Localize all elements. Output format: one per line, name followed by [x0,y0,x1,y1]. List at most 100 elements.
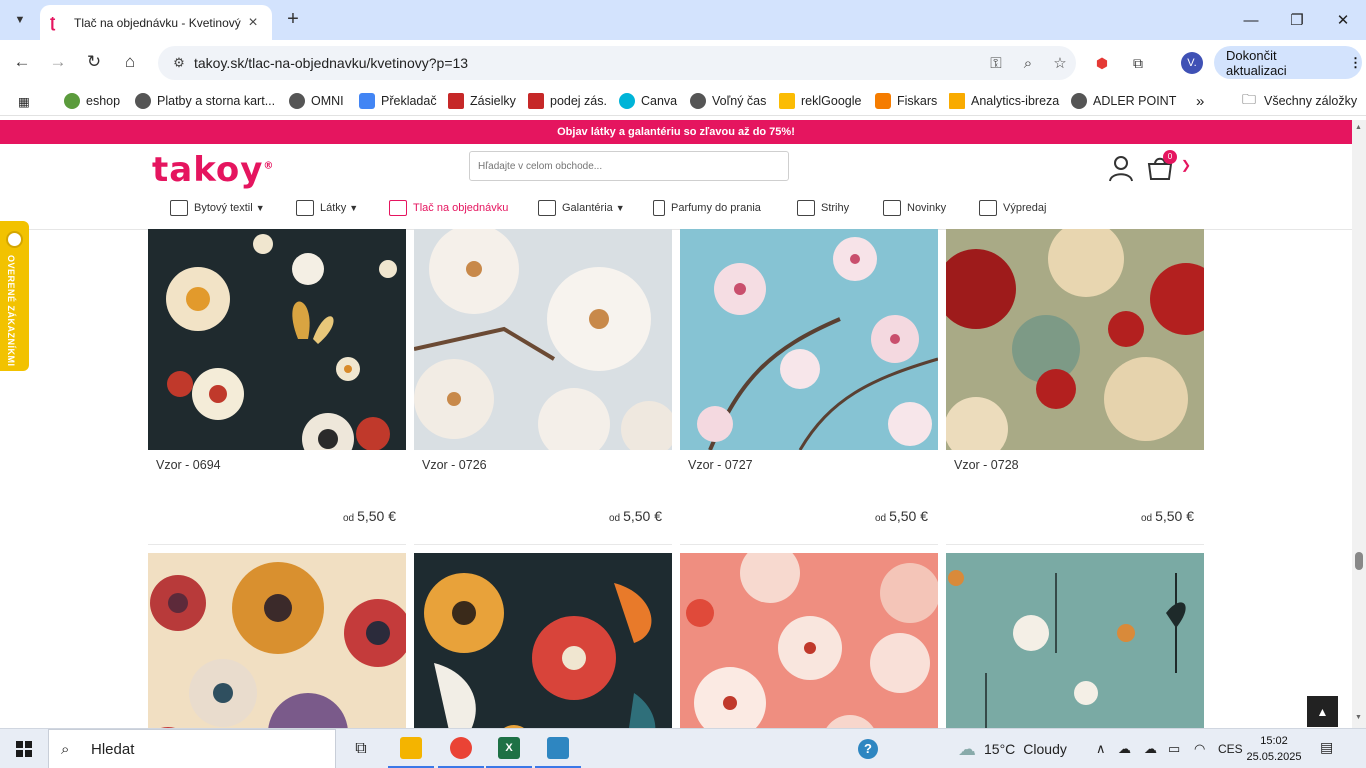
scroll-down-arrow-icon[interactable]: ▼ [1355,714,1362,721]
product-card[interactable]: Vzor - 0727 od 5,50 € [680,229,938,545]
taskbar-file-explorer[interactable] [388,729,434,768]
address-bar[interactable]: ⚙ takoy.sk/tlac-na-objednavku/kvetinovy?… [158,46,1076,80]
product-name[interactable]: Vzor - 0726 [422,458,487,472]
bookmark-zasielky[interactable]: Zásielky [448,91,516,111]
bookmark-podej[interactable]: podej zás. [528,91,607,111]
back-button[interactable]: ← [8,48,36,76]
home-button[interactable]: ⌂ [116,48,144,76]
product-image[interactable] [680,229,938,450]
product-card[interactable]: Vzor - 0694 od 5,50 € [148,229,406,545]
wifi-icon[interactable]: ◠ [1194,729,1205,768]
reload-button[interactable]: ↻ [80,48,108,76]
product-card[interactable] [946,553,1204,728]
bookmark-omni[interactable]: OMNI [289,91,344,111]
password-key-icon[interactable]: ⚿ [980,55,1012,72]
taskbar-excel[interactable]: X [486,729,532,768]
product-price: od 5,50 € [1141,508,1194,524]
update-button[interactable]: Dokončit aktualizaci ⋮ [1214,46,1362,79]
extensions-puzzle-icon[interactable]: ⧉ [1127,52,1149,74]
scroll-up-arrow-icon[interactable]: ▲ [1355,124,1362,131]
promo-banner[interactable]: Objav látky a galantériu so zľavou až do… [0,120,1352,144]
site-header: takoy® 0 ❯ Bytový textil▼ Látky▼ Tlač na… [0,144,1352,230]
taskbar-clock[interactable]: 15:02 25.05.2025 [1244,733,1304,765]
floral-pattern-boho [148,553,406,728]
nav-parfumy[interactable]: Parfumy do prania [653,196,761,220]
product-image[interactable] [946,229,1204,450]
zoom-icon[interactable]: ⌕ [1012,55,1044,72]
product-image[interactable] [680,553,938,728]
profile-avatar[interactable]: V. [1181,52,1203,74]
nav-bytovy-textil[interactable]: Bytový textil ▼ [170,196,265,220]
url-text[interactable]: takoy.sk/tlac-na-objednavku/kvetinovy?p=… [194,55,980,71]
minimize-button[interactable]: — [1228,0,1274,40]
all-bookmarks-folder[interactable]: 🗀 Všechny záložky [1242,91,1357,111]
site-settings-icon[interactable]: ⚙ [164,55,194,71]
restore-button[interactable]: ❐ [1274,0,1320,40]
fiskars-icon [875,93,891,109]
product-name[interactable]: Vzor - 0694 [156,458,221,472]
weather-widget[interactable]: ☁ 15°C Cloudy [958,729,1067,768]
bookmark-volny-cas[interactable]: Voľný čas [690,91,766,111]
close-window-button[interactable]: ✕ [1320,0,1366,40]
bookmark-reklgoogle[interactable]: reklGoogle [779,91,861,111]
trust-badge[interactable]: OVERENÉ ZÁKAZNÍKMI [0,221,29,371]
windows-taskbar: ⌕ Hledat ⧉ X ? ☁ 15°C Cloudy ∧ ☁ ☁ ▭ ◠ C… [0,728,1366,768]
nav-strihy[interactable]: Strihy [797,196,849,220]
bookmark-fiskars[interactable]: Fiskars [875,91,937,111]
product-image[interactable] [414,553,672,728]
tab-close-icon[interactable]: × [244,14,262,32]
product-image[interactable] [148,229,406,450]
bookmark-eshop[interactable]: eshop [64,91,120,111]
bookmark-star-icon[interactable]: ☆ [1044,54,1076,72]
bookmark-analytics[interactable]: Analytics-ibreza [949,91,1059,111]
site-logo[interactable]: takoy® [152,150,274,190]
account-icon[interactable] [1107,154,1135,182]
tab-search-button[interactable]: ▼ [6,6,34,34]
new-tab-button[interactable]: + [282,9,304,31]
logo-registered-mark: ® [263,160,275,172]
onedrive-icon[interactable]: ☁ [1118,729,1131,768]
taskbar-calculator[interactable] [535,729,581,768]
cloud-sync-icon[interactable]: ☁ [1144,729,1157,768]
more-menu-icon[interactable]: ⋮ [1349,55,1362,71]
product-image[interactable] [148,553,406,728]
search-input[interactable] [469,151,789,181]
nav-novinky[interactable]: Novinky [883,196,946,220]
language-indicator[interactable]: CES [1218,729,1243,768]
bookmark-canva[interactable]: Canva [619,91,677,111]
nav-latky[interactable]: Látky ▼ [296,196,358,220]
weather-temp: 15°C [984,741,1016,757]
taskbar-search[interactable]: ⌕ Hledat [48,729,336,768]
active-tab[interactable]: ʈ Tlač na objednávku - Kvetinový × [40,5,272,40]
taskbar-chrome[interactable] [438,729,484,768]
product-image[interactable] [946,553,1204,728]
forward-button[interactable]: → [44,48,72,76]
nav-galanteria[interactable]: Galantéria ▼ [538,196,625,220]
tray-overflow-chevron-icon[interactable]: ∧ [1096,729,1106,768]
nav-tlac-na-objednavku[interactable]: Tlač na objednávku [389,196,508,220]
product-card[interactable] [414,553,672,728]
task-view-button[interactable]: ⧉ [338,729,384,768]
start-button[interactable] [0,729,48,768]
product-name[interactable]: Vzor - 0727 [688,458,753,472]
page-scrollbar[interactable]: ▲ ▼ [1352,120,1366,728]
bookmark-adler[interactable]: ADLER POINT [1071,91,1176,111]
bookmark-platby[interactable]: Platby a storna kart... [135,91,275,111]
product-card[interactable] [148,553,406,728]
product-name[interactable]: Vzor - 0728 [954,458,1019,472]
back-to-top-button[interactable]: ▲ [1307,696,1338,727]
apps-grid-icon[interactable]: ▦ [18,91,30,111]
more-bookmarks-chevron-icon[interactable]: » [1196,91,1204,111]
nav-vypredaj[interactable]: Výpredaj [979,196,1046,220]
display-icon[interactable]: ▭ [1168,729,1180,768]
notifications-icon[interactable]: ▤ [1320,739,1340,757]
help-icon[interactable]: ? [858,729,878,768]
product-card[interactable]: Vzor - 0726 od 5,50 € [414,229,672,545]
product-card[interactable] [680,553,938,728]
extension-shield-icon[interactable]: ⬢ [1091,52,1113,74]
cart-chevron-down-icon[interactable]: ❯ [1181,158,1191,172]
product-image[interactable] [414,229,672,450]
bookmark-prekladac[interactable]: Překladač [359,91,437,111]
product-card[interactable]: Vzor - 0728 od 5,50 € [946,229,1204,545]
scrollbar-thumb[interactable] [1355,552,1363,570]
